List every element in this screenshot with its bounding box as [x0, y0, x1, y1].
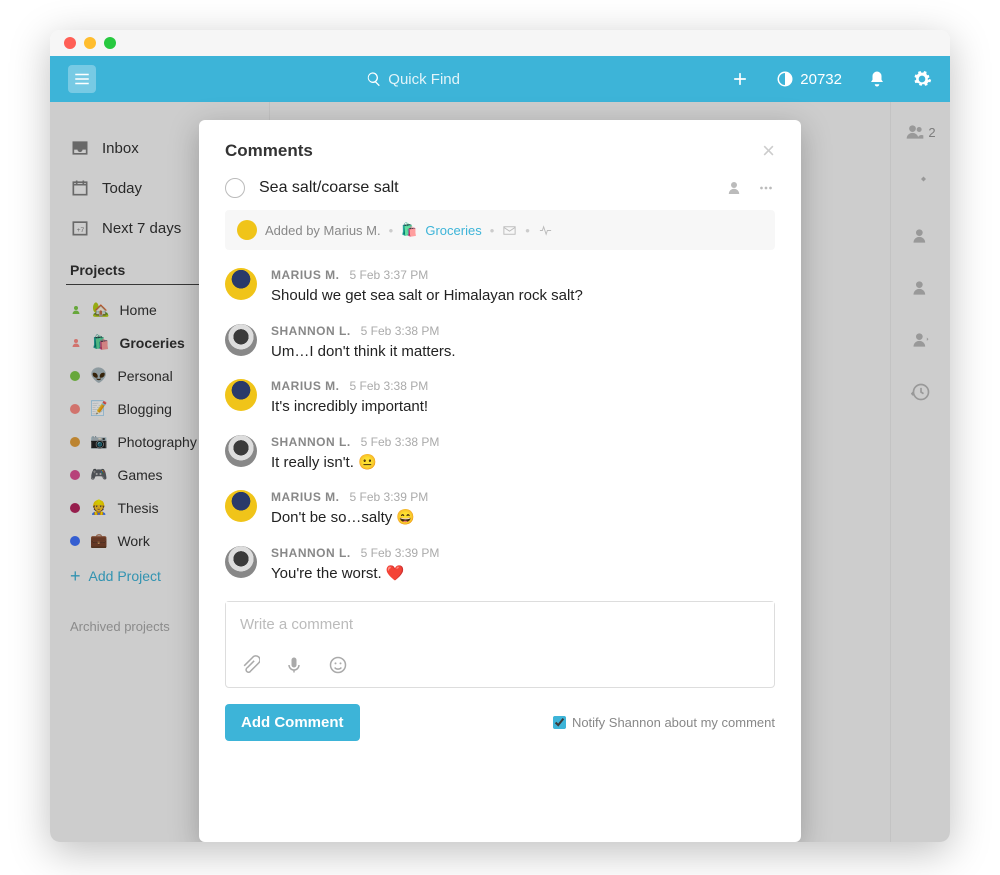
comment-author: MARIUS M.	[271, 268, 340, 282]
comment-2: MARIUS M. 5 Feb 3:38 PM It's incredibly …	[225, 379, 775, 417]
comment-avatar	[225, 546, 257, 578]
app-window: Quick Find 20732 Inbox Today	[50, 30, 950, 842]
settings-icon[interactable]	[912, 69, 932, 89]
emoji-icon[interactable]	[328, 655, 348, 675]
comment-time: 5 Feb 3:38 PM	[361, 324, 440, 338]
close-window-button[interactable]	[64, 37, 76, 49]
comment-author: SHANNON L.	[271, 435, 351, 449]
app-logo[interactable]	[68, 65, 96, 93]
comment-text: Should we get sea salt or Himalayan rock…	[271, 286, 583, 306]
comment-input-box	[225, 601, 775, 688]
comment-text: It really isn't. 😐	[271, 453, 439, 473]
attachment-icon[interactable]	[240, 655, 260, 675]
comment-avatar	[225, 324, 257, 356]
comment-author: MARIUS M.	[271, 379, 340, 393]
comment-text: Um…I don't think it matters.	[271, 342, 456, 362]
author-avatar	[237, 220, 257, 240]
titlebar	[50, 30, 950, 56]
activity-meta-icon[interactable]	[538, 223, 553, 238]
comment-text: Don't be so…salty 😄	[271, 508, 428, 528]
comment-avatar	[225, 490, 257, 522]
add-comment-button[interactable]: Add Comment	[225, 704, 360, 741]
notify-checkbox-label[interactable]: Notify Shannon about my comment	[553, 715, 775, 730]
comment-author: SHANNON L.	[271, 546, 351, 560]
added-by-label: Added by Marius M.	[265, 223, 381, 238]
comment-time: 5 Feb 3:37 PM	[350, 268, 429, 282]
comment-text: You're the worst. ❤️	[271, 564, 439, 584]
topbar: Quick Find 20732	[50, 56, 950, 102]
mail-icon[interactable]	[502, 223, 517, 238]
karma-icon	[776, 70, 794, 88]
project-link[interactable]: Groceries	[425, 223, 481, 238]
comments-modal: Comments × Sea salt/coarse salt Added by…	[199, 120, 801, 842]
search-placeholder: Quick Find	[388, 71, 460, 88]
comment-avatar	[225, 268, 257, 300]
modal-overlay[interactable]: Comments × Sea salt/coarse salt Added by…	[50, 102, 950, 842]
more-icon[interactable]	[757, 179, 775, 197]
comment-time: 5 Feb 3:39 PM	[350, 490, 429, 504]
comment-author: MARIUS M.	[271, 490, 340, 504]
notifications-icon[interactable]	[868, 70, 886, 88]
task-meta: Added by Marius M. • 🛍️ Groceries • •	[225, 210, 775, 250]
close-icon[interactable]: ×	[762, 140, 775, 162]
modal-title: Comments	[225, 141, 313, 161]
comment-5: SHANNON L. 5 Feb 3:39 PM You're the wors…	[225, 546, 775, 584]
comment-time: 5 Feb 3:38 PM	[361, 435, 440, 449]
comment-time: 5 Feb 3:38 PM	[350, 379, 429, 393]
comment-time: 5 Feb 3:39 PM	[361, 546, 440, 560]
task-name: Sea salt/coarse salt	[259, 179, 711, 197]
maximize-window-button[interactable]	[104, 37, 116, 49]
add-task-icon[interactable]	[730, 69, 750, 89]
comment-avatar	[225, 379, 257, 411]
search-icon	[366, 71, 382, 87]
assignee-icon[interactable]	[725, 179, 743, 197]
comment-author: SHANNON L.	[271, 324, 351, 338]
search-input[interactable]: Quick Find	[366, 71, 460, 88]
minimize-window-button[interactable]	[84, 37, 96, 49]
comment-text: It's incredibly important!	[271, 397, 428, 417]
comment-0: MARIUS M. 5 Feb 3:37 PM Should we get se…	[225, 268, 775, 306]
project-emoji: 🛍️	[401, 222, 417, 238]
comment-input[interactable]	[226, 602, 774, 647]
comment-3: SHANNON L. 5 Feb 3:38 PM It really isn't…	[225, 435, 775, 473]
comment-1: SHANNON L. 5 Feb 3:38 PM Um…I don't thin…	[225, 324, 775, 362]
notify-checkbox[interactable]	[553, 716, 566, 729]
microphone-icon[interactable]	[284, 655, 304, 675]
karma-score[interactable]: 20732	[776, 70, 842, 88]
complete-task-checkbox[interactable]	[225, 178, 245, 198]
comment-avatar	[225, 435, 257, 467]
comment-4: MARIUS M. 5 Feb 3:39 PM Don't be so…salt…	[225, 490, 775, 528]
